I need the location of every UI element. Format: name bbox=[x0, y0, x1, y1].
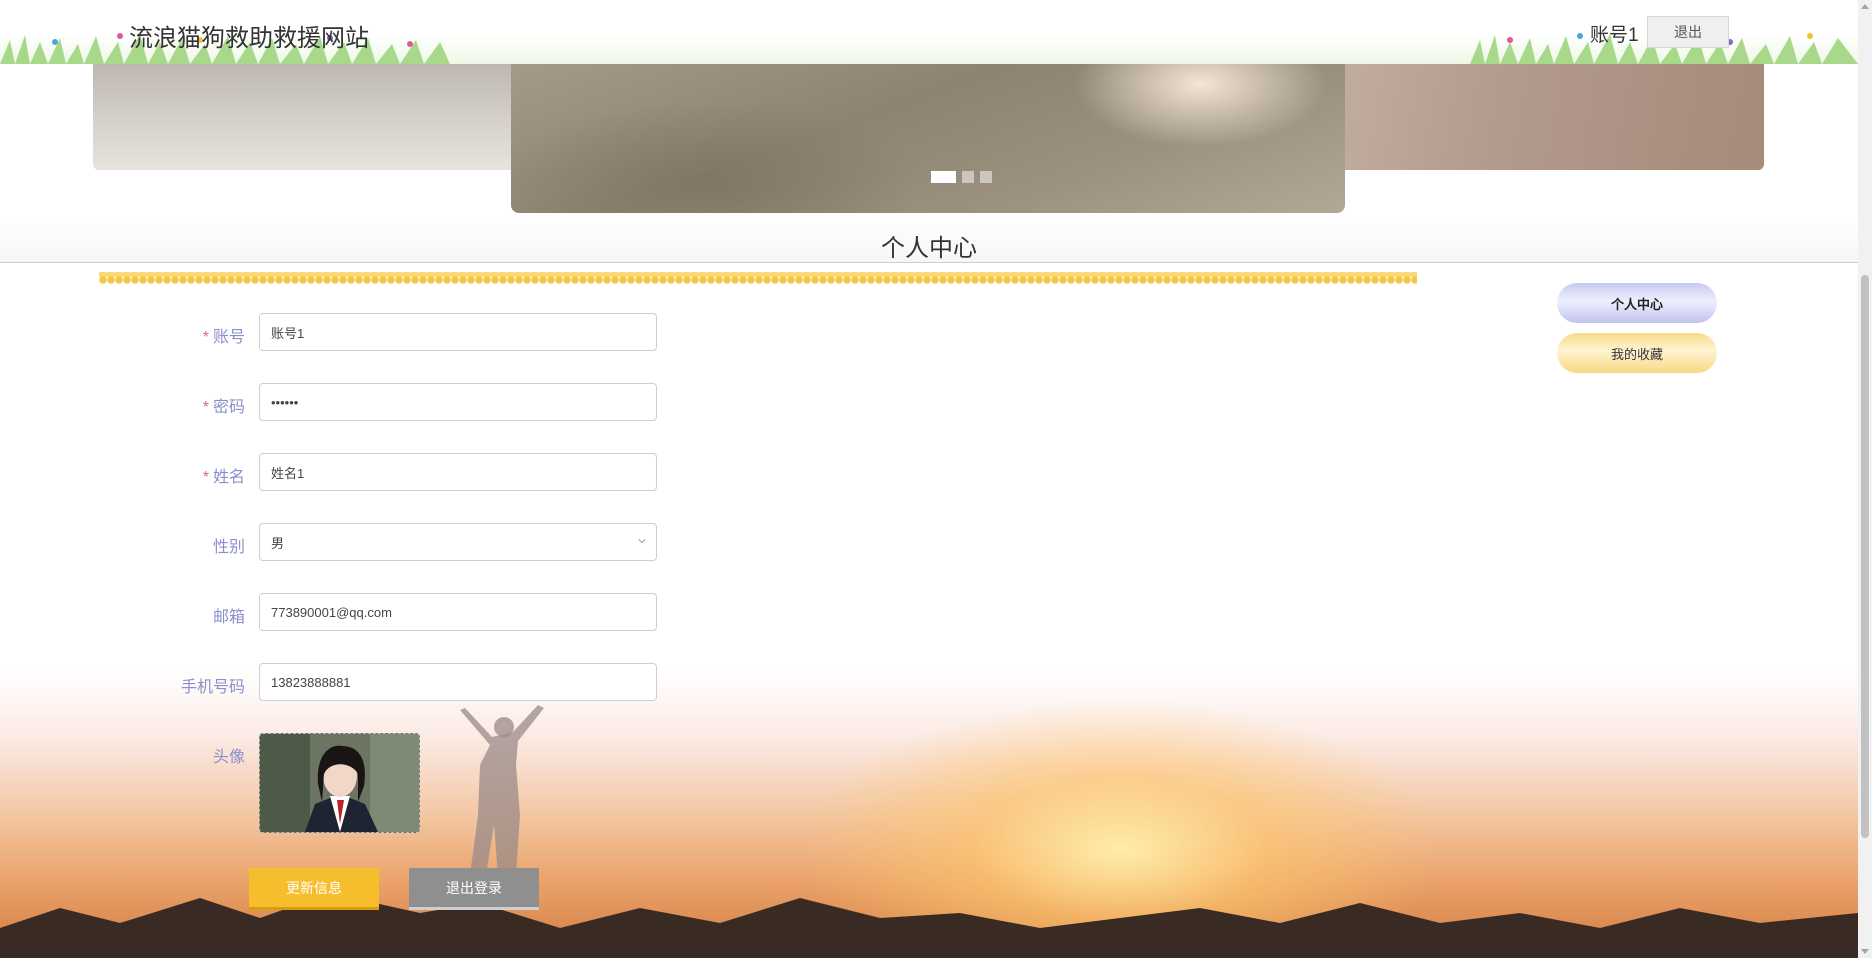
required-marker: * bbox=[202, 399, 209, 416]
gender-select[interactable]: 男 bbox=[259, 523, 657, 561]
carousel-indicators bbox=[931, 171, 992, 183]
scroll-down-arrow-icon[interactable] bbox=[1861, 949, 1869, 954]
avatar-photo bbox=[260, 734, 419, 832]
carousel-indicator-2[interactable] bbox=[962, 171, 974, 183]
scrollbar-thumb[interactable] bbox=[1861, 275, 1869, 838]
page-scrollbar[interactable] bbox=[1858, 0, 1872, 958]
avatar-label: 头像 bbox=[212, 749, 245, 766]
carousel-slide-active[interactable] bbox=[511, 64, 1345, 213]
current-user-name: 账号1 bbox=[1590, 25, 1639, 46]
header-logout-button[interactable]: 退出 bbox=[1647, 16, 1729, 48]
top-header: 流浪猫狗救助救援网站 账号1 退出 bbox=[0, 0, 1858, 64]
logout-button[interactable]: 退出登录 bbox=[409, 868, 539, 910]
password-label-text: 密码 bbox=[212, 399, 245, 416]
carousel-slide-prev[interactable] bbox=[93, 64, 573, 170]
scroll-up-arrow-icon[interactable] bbox=[1861, 4, 1869, 9]
side-menu-my-favorites[interactable]: 我的收藏 bbox=[1557, 333, 1717, 373]
chevron-down-icon bbox=[638, 539, 646, 544]
gender-selected-value: 男 bbox=[271, 535, 285, 551]
email-label: 邮箱 bbox=[212, 609, 245, 626]
account-label: * 账号 bbox=[95, 323, 245, 347]
image-carousel[interactable] bbox=[0, 64, 1858, 214]
email-input[interactable]: 773890001@qq.com bbox=[259, 593, 657, 631]
person-silhouette-image bbox=[460, 705, 544, 875]
required-marker: * bbox=[202, 469, 209, 486]
name-label: * 姓名 bbox=[95, 463, 245, 487]
update-info-button[interactable]: 更新信息 bbox=[249, 868, 379, 910]
carousel-slide-next[interactable] bbox=[1290, 64, 1764, 170]
password-label: * 密码 bbox=[95, 393, 245, 417]
side-menu-personal-center[interactable]: 个人中心 bbox=[1557, 283, 1717, 323]
decorative-lace-strip bbox=[99, 272, 1417, 284]
required-marker: * bbox=[202, 329, 209, 346]
section-header: 个人中心 bbox=[0, 216, 1858, 263]
name-input[interactable]: 姓名1 bbox=[259, 453, 657, 491]
password-input[interactable]: •••••• bbox=[259, 383, 657, 421]
site-title: 流浪猫狗救助救援网站 bbox=[129, 25, 369, 52]
phone-label: 手机号码 bbox=[180, 679, 245, 696]
name-label-text: 姓名 bbox=[212, 469, 245, 486]
account-label-text: 账号 bbox=[212, 329, 245, 346]
gender-label: 性别 bbox=[212, 539, 245, 556]
carousel-indicator-1[interactable] bbox=[931, 171, 956, 183]
page-title: 个人中心 bbox=[881, 235, 977, 262]
avatar-upload[interactable] bbox=[259, 733, 420, 833]
carousel-indicator-3[interactable] bbox=[980, 171, 992, 183]
account-input[interactable]: 账号1 bbox=[259, 313, 657, 351]
phone-input[interactable]: 13823888881 bbox=[259, 663, 657, 701]
